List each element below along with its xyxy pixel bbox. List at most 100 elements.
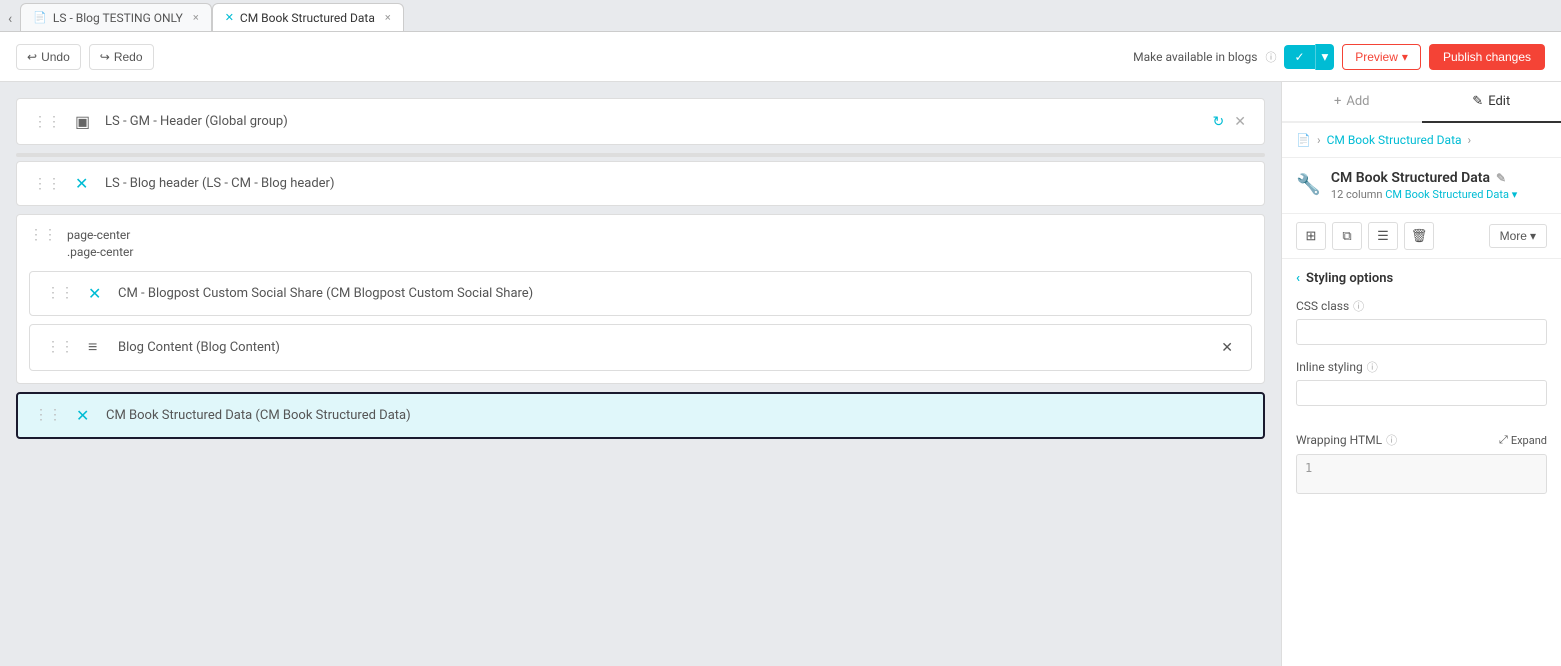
breadcrumb-sep2: › (1468, 133, 1472, 147)
module-blog-header-icon: ✕ (75, 174, 95, 193)
module-header-actions: ↻ ✕ (1211, 111, 1248, 132)
code-area[interactable]: 1 (1296, 454, 1547, 494)
more-button[interactable]: More ▾ (1489, 224, 1547, 248)
more-label: More (1500, 229, 1527, 243)
divider-1 (16, 153, 1265, 157)
breadcrumb-link[interactable]: CM Book Structured Data (1327, 133, 1462, 147)
panel-module-title-text: CM Book Structured Data (1331, 170, 1490, 186)
group-label-1: page-center (67, 227, 133, 244)
preview-button[interactable]: Preview ▾ (1342, 44, 1421, 70)
make-available-label: Make available in blogs (1133, 50, 1257, 64)
tab-add-label: Add (1346, 94, 1369, 109)
module-social-drag[interactable]: ⋮⋮ (46, 285, 74, 301)
module-blog-header-drag[interactable]: ⋮⋮ (33, 176, 61, 192)
module-blog-content-icon: ≡ (88, 337, 108, 357)
module-cm-book-icon: ✕ (76, 406, 96, 425)
panel-btn-settings[interactable]: ☰ (1368, 222, 1398, 250)
css-class-info-icon: ⓘ (1353, 298, 1364, 314)
tab-add-icon: + (1334, 94, 1341, 109)
module-header-label: LS - GM - Header (Global group) (105, 114, 1201, 129)
undo-label: Undo (41, 50, 70, 64)
redo-icon: ↪ (100, 50, 110, 64)
wrapping-html-section: Wrapping HTML ⓘ ⤢ Expand 1 (1282, 432, 1561, 508)
panel-btn-delete[interactable]: 🗑 (1404, 222, 1434, 250)
panel-btn-move[interactable]: ⊞ (1296, 222, 1326, 250)
publish-label: Publish changes (1443, 50, 1531, 64)
browser-tabs: ‹ 📄 LS - Blog TESTING ONLY × ✕ CM Book S… (0, 0, 1561, 32)
main-layout: ⋮⋮ ▣ LS - GM - Header (Global group) ↻ ✕… (0, 82, 1561, 666)
module-cm-book-label: CM Book Structured Data (CM Book Structu… (106, 408, 1247, 423)
inline-styling-group: Inline styling ⓘ (1296, 359, 1547, 406)
css-class-input[interactable] (1296, 319, 1547, 345)
canvas-area[interactable]: ⋮⋮ ▣ LS - GM - Header (Global group) ↻ ✕… (0, 82, 1281, 666)
module-header-close[interactable]: ✕ (1232, 111, 1248, 132)
line-number: 1 (1305, 461, 1312, 475)
make-available: Make available in blogs ⓘ (1133, 49, 1276, 65)
panel-module-subtitle: 12 column CM Book Structured Data ▾ (1331, 188, 1547, 201)
panel-module-header: 🔧 CM Book Structured Data ✎ 12 column CM… (1282, 158, 1561, 214)
toggle-on-button[interactable]: ✓ (1284, 45, 1314, 69)
more-dropdown-icon: ▾ (1530, 229, 1536, 243)
styling-title: ‹ Styling options (1296, 271, 1547, 286)
expand-label: Expand (1511, 434, 1547, 447)
module-blog-content-label: Blog Content (Blog Content) (118, 340, 1209, 355)
module-cm-book-block[interactable]: ⋮⋮ ✕ CM Book Structured Data (CM Book St… (16, 392, 1265, 439)
panel-btn-copy[interactable]: ⧉ (1332, 222, 1362, 250)
module-social-icon: ✕ (88, 284, 108, 303)
module-social-block[interactable]: ⋮⋮ ✕ CM - Blogpost Custom Social Share (… (29, 271, 1252, 316)
styling-section: ‹ Styling options CSS class ⓘ Inline sty… (1282, 259, 1561, 432)
module-header-refresh[interactable]: ↻ (1211, 111, 1227, 132)
module-social-label: CM - Blogpost Custom Social Share (CM Bl… (118, 286, 1235, 301)
module-blog-header-block[interactable]: ⋮⋮ ✕ LS - Blog header (LS - CM - Blog he… (16, 161, 1265, 206)
panel-module-info: CM Book Structured Data ✎ 12 column CM B… (1331, 170, 1547, 201)
preview-dropdown-icon: ▾ (1402, 50, 1408, 64)
wrapping-html-header: Wrapping HTML ⓘ ⤢ Expand (1296, 432, 1547, 448)
panel-module-dropdown[interactable]: ▾ (1512, 188, 1518, 201)
module-header-icon: ▣ (75, 112, 95, 131)
undo-button[interactable]: ↩ Undo (16, 44, 81, 70)
group-header: ⋮⋮ page-center .page-center (29, 227, 1252, 261)
redo-label: Redo (114, 50, 143, 64)
expand-icon: ⤢ (1499, 433, 1508, 447)
module-blog-content-drag[interactable]: ⋮⋮ (46, 339, 74, 355)
module-blog-content-action[interactable]: ✕ (1219, 337, 1235, 358)
tab-cm[interactable]: ✕ CM Book Structured Data × (212, 3, 404, 31)
styling-title-text: Styling options (1306, 271, 1393, 286)
toggle-group: ✓ ▾ (1284, 44, 1334, 70)
publish-button[interactable]: Publish changes (1429, 44, 1545, 70)
breadcrumb-sep1: › (1317, 133, 1321, 147)
panel-module-title: CM Book Structured Data ✎ (1331, 170, 1547, 186)
css-class-group: CSS class ⓘ (1296, 298, 1547, 345)
expand-button[interactable]: ⤢ Expand (1499, 433, 1547, 447)
group-drag[interactable]: ⋮⋮ (29, 227, 57, 243)
module-header-drag[interactable]: ⋮⋮ (33, 114, 61, 130)
inline-styling-label: Inline styling ⓘ (1296, 359, 1547, 375)
css-class-label: CSS class ⓘ (1296, 298, 1547, 314)
tab-add[interactable]: + Add (1282, 82, 1422, 121)
panel-module-wrench-icon: 🔧 (1296, 172, 1321, 196)
panel-module-edit-icon[interactable]: ✎ (1496, 171, 1506, 185)
inline-styling-input[interactable] (1296, 380, 1547, 406)
module-header-block[interactable]: ⋮⋮ ▣ LS - GM - Header (Global group) ↻ ✕ (16, 98, 1265, 145)
toggle-dropdown-button[interactable]: ▾ (1315, 44, 1335, 70)
redo-button[interactable]: ↪ Redo (89, 44, 154, 70)
nav-back[interactable]: ‹ (0, 7, 20, 31)
toolbar: ↩ Undo ↪ Redo Make available in blogs ⓘ … (0, 32, 1561, 82)
wrapping-html-label: Wrapping HTML (1296, 433, 1382, 447)
group-block[interactable]: ⋮⋮ page-center .page-center ⋮⋮ ✕ CM - Bl… (16, 214, 1265, 384)
tab-edit[interactable]: ✎ Edit (1422, 82, 1561, 123)
wrapping-html-info-icon: ⓘ (1386, 432, 1397, 448)
panel-module-col: 12 column (1331, 188, 1383, 201)
tab-blog[interactable]: 📄 LS - Blog TESTING ONLY × (20, 3, 211, 31)
breadcrumb-page-icon: 📄 (1296, 133, 1311, 147)
tab-cm-close[interactable]: × (385, 11, 391, 24)
module-cm-book-drag[interactable]: ⋮⋮ (34, 407, 62, 423)
panel-module-link[interactable]: CM Book Structured Data (1385, 188, 1509, 201)
tab-blog-close[interactable]: × (193, 11, 199, 24)
module-blog-content-block[interactable]: ⋮⋮ ≡ Blog Content (Blog Content) ✕ (29, 324, 1252, 371)
tab-edit-label: Edit (1488, 94, 1510, 109)
styling-chevron-icon: ‹ (1296, 271, 1300, 286)
tab-blog-icon: 📄 (33, 11, 47, 24)
tab-cm-label: CM Book Structured Data (240, 11, 375, 25)
group-label: page-center .page-center (67, 227, 133, 261)
